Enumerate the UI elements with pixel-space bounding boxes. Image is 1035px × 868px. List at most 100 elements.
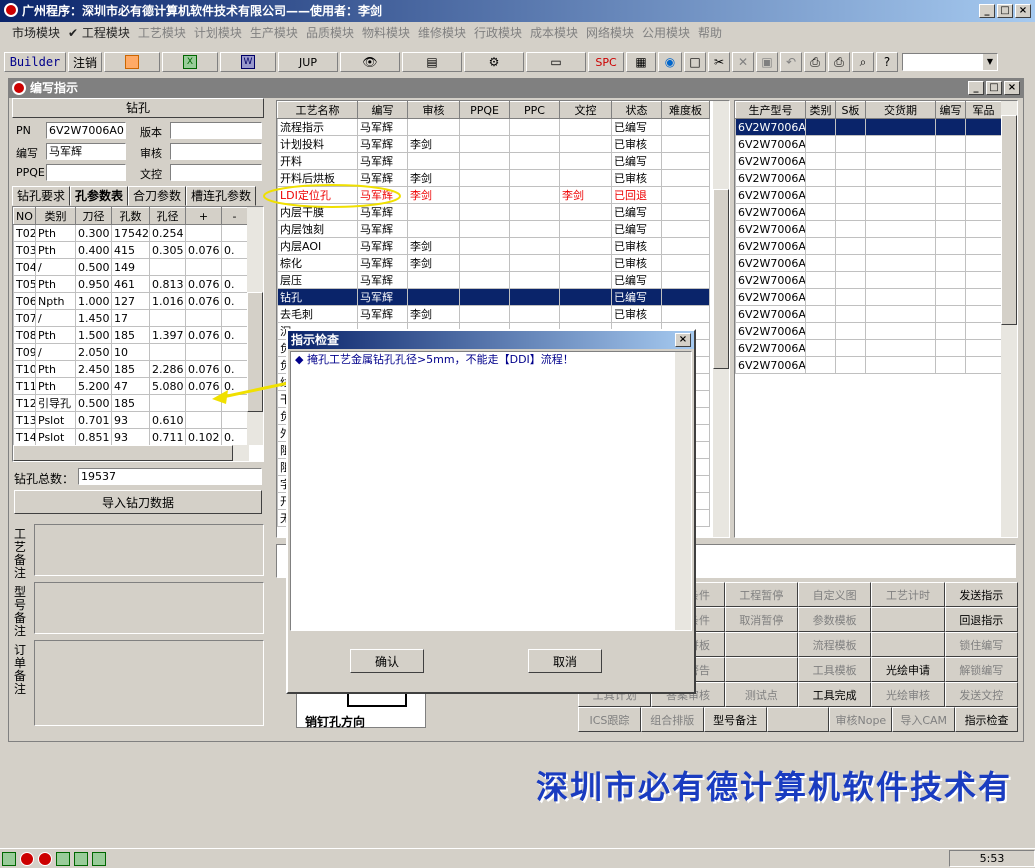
builder-button[interactable]: Builder xyxy=(4,52,66,72)
toolbar-combo[interactable]: ▼ xyxy=(902,53,998,71)
hole-table-hscroll[interactable] xyxy=(13,445,249,461)
action-button-4-3[interactable]: 工具完成 xyxy=(798,682,872,707)
model-row[interactable]: 6V2W7006A0 xyxy=(735,220,1002,238)
action-button-4-4[interactable]: 光绘审核 xyxy=(871,682,945,707)
tab-0[interactable]: 钻孔要求 xyxy=(12,186,71,206)
database-icon[interactable]: ▤ xyxy=(402,52,462,72)
process-col-header[interactable]: 工艺名称 xyxy=(277,101,358,119)
taskbar-icon-5[interactable] xyxy=(74,852,88,866)
process-row[interactable]: LDI定位孔 马军辉 李剑 李剑 已回退 xyxy=(277,186,710,204)
computer-icon[interactable]: ▭ xyxy=(526,52,586,72)
maximize-button[interactable]: □ xyxy=(997,4,1013,18)
process-col-header[interactable]: 审核 xyxy=(407,101,460,119)
menu-item-11[interactable]: 公用模块 xyxy=(638,24,694,41)
taskbar-icon-1[interactable] xyxy=(2,852,16,866)
tab-1[interactable]: 孔参数表 xyxy=(70,186,129,206)
excel-icon[interactable]: X xyxy=(162,52,218,72)
action-button-1-4[interactable] xyxy=(871,607,945,632)
preview-icon[interactable]: ⎙ xyxy=(804,52,826,72)
ppqe-field[interactable] xyxy=(46,164,126,181)
process-col-header[interactable]: 状态 xyxy=(611,101,662,119)
cut-icon[interactable]: ✂ xyxy=(708,52,730,72)
hole-table-row[interactable]: T08 Pth 1.500 185 1.397 0.076 0. xyxy=(13,326,248,344)
inner-maximize-button[interactable]: □ xyxy=(986,81,1002,95)
hole-table-row[interactable]: T06 Npth 1.000 127 1.016 0.076 0. xyxy=(13,292,248,310)
action-button-5-5[interactable]: 导入CAM xyxy=(892,707,956,732)
action-button-5-0[interactable]: ICS跟踪 xyxy=(578,707,641,732)
menu-item-1[interactable]: ✔ 工程模块 xyxy=(64,24,134,41)
menu-item-9[interactable]: 成本模块 xyxy=(526,24,582,41)
model-col-header[interactable]: 军品 xyxy=(965,101,1002,119)
dialog-vscroll[interactable] xyxy=(675,352,691,630)
eye-icon[interactable]: 👁 xyxy=(340,52,400,72)
menu-item-10[interactable]: 网络模块 xyxy=(582,24,638,41)
action-button-2-3[interactable]: 流程模板 xyxy=(798,632,872,657)
hole-table-row[interactable]: T13 Pslot 0.701 93 0.610 xyxy=(13,411,248,429)
version-field[interactable] xyxy=(170,122,262,139)
inner-close-button[interactable]: × xyxy=(1004,81,1020,95)
process-col-header[interactable]: PPC xyxy=(509,101,560,119)
tab-3[interactable]: 槽连孔参数 xyxy=(186,186,257,206)
process-row[interactable]: 棕化 马军辉 李剑 已审核 xyxy=(277,254,710,272)
action-button-2-4[interactable] xyxy=(871,632,945,657)
dialog-cancel-button[interactable]: 取消 xyxy=(528,649,602,673)
model-vscroll[interactable] xyxy=(1001,101,1017,537)
powerpoint-icon[interactable] xyxy=(104,52,160,72)
author-field[interactable]: 马军辉 xyxy=(46,143,126,160)
process-col-header[interactable]: 难度板 xyxy=(661,101,710,119)
new-file-icon[interactable]: □ xyxy=(684,52,706,72)
model-row[interactable]: 6V2W7006A0 xyxy=(735,356,1002,374)
action-button-5-1[interactable]: 组合排版 xyxy=(640,707,704,732)
model-row[interactable]: 6V2W7006A0 xyxy=(735,288,1002,306)
taskbar-icon-6[interactable] xyxy=(92,852,106,866)
process-vscroll[interactable] xyxy=(713,101,729,537)
action-button-0-5[interactable]: 发送指示 xyxy=(944,582,1018,607)
action-button-1-2[interactable]: 取消暂停 xyxy=(724,607,798,632)
hole-col-header[interactable]: 孔数 xyxy=(111,207,150,225)
hole-table-row[interactable]: T05 Pth 0.950 461 0.813 0.076 0. xyxy=(13,275,248,293)
note-field-2[interactable] xyxy=(34,640,264,726)
hole-col-header[interactable]: - xyxy=(221,207,248,225)
model-col-header[interactable]: S板 xyxy=(835,101,866,119)
process-row[interactable]: 开料后烘板 马军辉 李剑 已审核 xyxy=(277,169,710,187)
spc-button[interactable]: SPC xyxy=(588,52,624,72)
undo-icon[interactable]: ↶ xyxy=(780,52,802,72)
process-col-header[interactable]: 编写 xyxy=(357,101,408,119)
model-row[interactable]: 6V2W7006A0 xyxy=(735,169,1002,187)
action-button-1-3[interactable]: 参数模板 xyxy=(798,607,872,632)
taskbar-icon-4[interactable] xyxy=(56,852,70,866)
hole-table-row[interactable]: T12 引导孔 0.500 185 xyxy=(13,394,248,412)
model-col-header[interactable]: 交货期 xyxy=(865,101,936,119)
inner-minimize-button[interactable]: _ xyxy=(968,81,984,95)
close-button[interactable]: × xyxy=(1015,4,1031,18)
logout-button[interactable]: 注销 xyxy=(68,52,102,72)
hole-col-header[interactable]: 刀径 xyxy=(75,207,112,225)
model-row[interactable]: 6V2W7006A0 xyxy=(735,339,1002,357)
process-row[interactable]: 计划投料 马军辉 李剑 已审核 xyxy=(277,135,710,153)
hole-table-row[interactable]: T03 Pth 0.400 415 0.305 0.076 0. xyxy=(13,241,248,259)
action-button-2-5[interactable]: 锁住编写 xyxy=(944,632,1018,657)
dialog-close-button[interactable]: × xyxy=(675,333,691,347)
model-col-header[interactable]: 生产型号 xyxy=(735,101,806,119)
menu-item-8[interactable]: 行政模块 xyxy=(470,24,526,41)
action-button-3-5[interactable]: 解锁编写 xyxy=(944,657,1018,682)
action-button-4-5[interactable]: 发送文控 xyxy=(944,682,1018,707)
doc-control-field[interactable] xyxy=(170,164,262,181)
model-col-header[interactable]: 编写 xyxy=(935,101,966,119)
review-field[interactable] xyxy=(170,143,262,160)
model-row[interactable]: 6V2W7006A0 xyxy=(735,152,1002,170)
menu-item-0[interactable]: 市场模块 xyxy=(8,24,64,41)
action-button-3-4[interactable]: 光绘申请 xyxy=(871,657,945,682)
action-button-1-5[interactable]: 回退指示 xyxy=(944,607,1018,632)
pn-field[interactable]: 6V2W7006A0 xyxy=(46,122,126,139)
hole-col-header[interactable]: 类别 xyxy=(35,207,76,225)
taskbar-icon-2[interactable] xyxy=(20,852,34,866)
hole-table-row[interactable]: T14 Pslot 0.851 93 0.711 0.102 0. xyxy=(13,428,248,446)
find-icon[interactable]: ⌕ xyxy=(852,52,874,72)
drill-total-field[interactable]: 19537 xyxy=(78,468,262,485)
model-row[interactable]: 6V2W7006A0 xyxy=(735,322,1002,340)
delete-icon[interactable]: ✕ xyxy=(732,52,754,72)
process-row[interactable]: 钻孔 马军辉 已编写 xyxy=(277,288,710,306)
menu-item-7[interactable]: 维修模块 xyxy=(414,24,470,41)
hole-table-vscroll[interactable] xyxy=(247,207,263,445)
